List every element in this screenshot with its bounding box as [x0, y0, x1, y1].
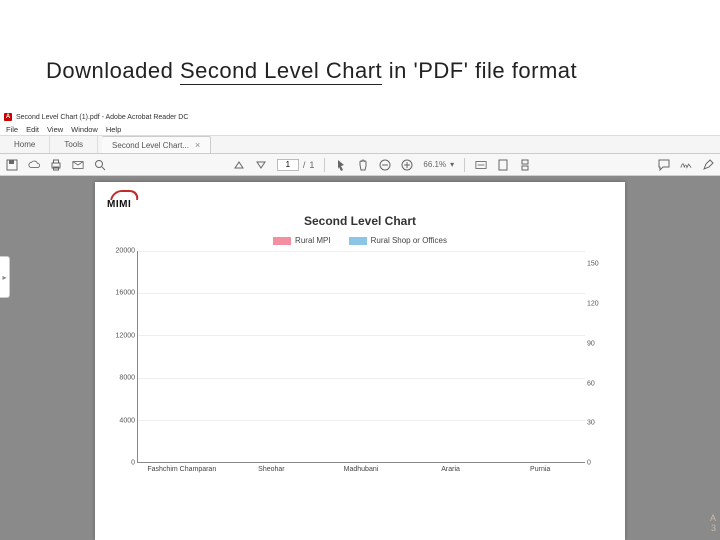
mail-icon[interactable] [72, 159, 84, 171]
menu-edit[interactable]: Edit [26, 125, 39, 134]
window-title: Second Level Chart (1).pdf - Adobe Acrob… [16, 114, 188, 121]
headline-underlined: Second Level Chart [180, 58, 382, 85]
highlight-icon[interactable] [702, 159, 714, 171]
tab-home[interactable]: Home [0, 136, 50, 153]
plot-area [137, 251, 585, 463]
x-tick-label: Fashchim Champaran [141, 463, 222, 481]
page-sep: / [303, 160, 306, 170]
y-right-tick: 0 [587, 460, 591, 467]
toolbar-separator [324, 158, 325, 172]
logo-text: MIMI [107, 199, 131, 210]
x-tick-label: Sheohar [231, 463, 312, 481]
x-axis: Fashchim Champaran Sheohar Madhubani Araria… [137, 463, 585, 481]
zoom-out-icon[interactable] [379, 159, 391, 171]
y-axis-left: 040008000120001600020000 [109, 251, 137, 463]
y-left-tick: 20000 [116, 248, 135, 255]
window-titlebar: A Second Level Chart (1).pdf - Adobe Acr… [0, 110, 720, 124]
print-icon[interactable] [50, 159, 62, 171]
bar-group-container [138, 251, 585, 462]
legend-item-rural-shop: Rural Shop or Offices [349, 236, 447, 245]
tabbar: Home Tools Second Level Chart... × [0, 136, 720, 154]
toolbar: / 1 66.1% ▾ [0, 154, 720, 176]
toolbar-left-group [6, 159, 106, 171]
tab-tools[interactable]: Tools [50, 136, 98, 153]
legend-item-rural-mpi: Rural MPI [273, 236, 331, 245]
menubar: File Edit View Window Help [0, 124, 720, 136]
comment-icon[interactable] [658, 159, 670, 171]
chevron-down-icon: ▾ [450, 160, 454, 169]
chart-title: Second Level Chart [107, 214, 613, 228]
x-tick-label: Madhubani [321, 463, 402, 481]
tab-close-icon[interactable]: × [195, 140, 200, 150]
page-total: 1 [309, 160, 314, 170]
corner-line2: 3 [710, 524, 716, 534]
y-right-tick: 90 [587, 340, 595, 347]
zoom-in-icon[interactable] [401, 159, 413, 171]
slide-corner-marks: A 3 [710, 514, 716, 534]
scroll-mode-icon[interactable] [519, 159, 531, 171]
acrobat-reader-window: A Second Level Chart (1).pdf - Adobe Acr… [0, 110, 720, 540]
brand-logo: MIMI [107, 190, 613, 210]
menu-view[interactable]: View [47, 125, 63, 134]
menu-file[interactable]: File [6, 125, 18, 134]
sign-icon[interactable] [680, 159, 692, 171]
y-left-tick: 0 [131, 460, 135, 467]
page-current-input[interactable] [277, 159, 299, 171]
save-icon[interactable] [6, 159, 18, 171]
gridline [138, 335, 585, 336]
gridline [138, 378, 585, 379]
gridline [138, 293, 585, 294]
tab-document[interactable]: Second Level Chart... × [102, 136, 211, 153]
toolbar-right-group [658, 159, 714, 171]
legend-label-rural-mpi: Rural MPI [295, 236, 331, 245]
y-axis-right: 0306090120150 [585, 251, 611, 463]
y-right-tick: 30 [587, 420, 595, 427]
acrobat-app-icon: A [4, 113, 12, 121]
y-right-tick: 150 [587, 261, 599, 268]
menu-window[interactable]: Window [71, 125, 98, 134]
select-arrow-icon[interactable] [335, 159, 347, 171]
page-indicator: / 1 [277, 159, 315, 171]
y-left-tick: 16000 [116, 290, 135, 297]
tab-document-label: Second Level Chart... [112, 141, 189, 150]
toolbar-center-group: / 1 66.1% ▾ [233, 158, 531, 172]
y-left-tick: 12000 [116, 332, 135, 339]
left-panel-handle[interactable]: ▸ [0, 256, 10, 298]
chart-legend: Rural MPI Rural Shop or Offices [107, 236, 613, 245]
document-area: ▸ MIMI Second Level Chart Rural MPI [0, 176, 720, 540]
chart-plot: 040008000120001600020000 0306090120150 F… [137, 251, 585, 481]
y-right-tick: 60 [587, 380, 595, 387]
y-left-tick: 8000 [119, 375, 135, 382]
slide-headline: Downloaded Second Level Chart in 'PDF' f… [46, 58, 577, 84]
gridline [138, 251, 585, 252]
legend-swatch-rural-mpi [273, 237, 291, 245]
y-right-tick: 120 [587, 301, 599, 308]
x-tick-label: Purnia [500, 463, 581, 481]
gridline [138, 420, 585, 421]
menu-help[interactable]: Help [106, 125, 121, 134]
x-tick-label: Araria [410, 463, 491, 481]
pdf-page: MIMI Second Level Chart Rural MPI Rural … [95, 182, 625, 540]
y-left-tick: 4000 [119, 417, 135, 424]
zoom-level[interactable]: 66.1% ▾ [423, 160, 454, 169]
headline-pre: Downloaded [46, 58, 180, 83]
page-up-icon[interactable] [233, 159, 245, 171]
legend-swatch-rural-shop [349, 237, 367, 245]
search-icon[interactable] [94, 159, 106, 171]
page-down-icon[interactable] [255, 159, 267, 171]
cloud-icon[interactable] [28, 159, 40, 171]
headline-post: in 'PDF' file format [382, 58, 577, 83]
hand-icon[interactable] [357, 159, 369, 171]
legend-label-rural-shop: Rural Shop or Offices [371, 236, 447, 245]
fit-page-icon[interactable] [497, 159, 509, 171]
toolbar-separator [464, 158, 465, 172]
fit-width-icon[interactable] [475, 159, 487, 171]
zoom-value: 66.1% [423, 160, 446, 169]
